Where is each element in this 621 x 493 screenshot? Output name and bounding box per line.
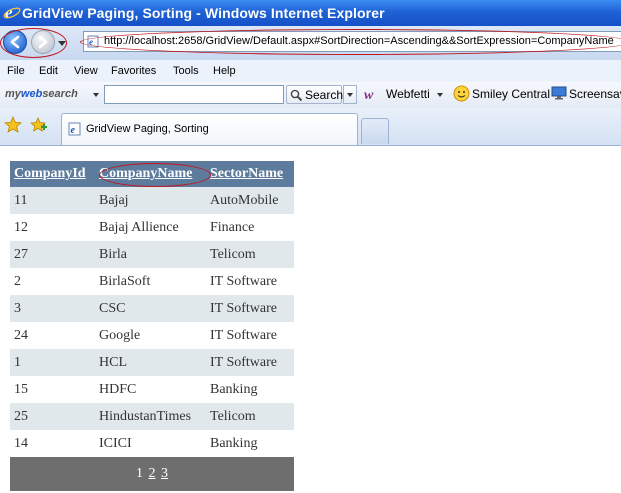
sort-sectorname-link[interactable]: SectorName (206, 161, 294, 187)
smiley-central-button[interactable]: Smiley Central (472, 87, 550, 101)
search-options-dropdown[interactable] (343, 85, 357, 104)
webfetti-button[interactable]: Webfetti (386, 87, 430, 101)
cell-sector-name: IT Software (206, 349, 294, 376)
table-row: 27 Birla Telicom (10, 241, 294, 268)
tab-label: GridView Paging, Sorting (86, 123, 209, 135)
cell-company-id: 3 (10, 295, 95, 322)
search-button[interactable]: Search (286, 85, 344, 104)
cell-company-name: HDFC (95, 376, 206, 403)
sort-companyid-link[interactable]: CompanyId (10, 161, 95, 187)
cell-company-name: HindustanTimes (95, 403, 206, 430)
window-title: GridView Paging, Sorting - Windows Inter… (22, 5, 385, 21)
cell-sector-name: IT Software (206, 268, 294, 295)
cell-company-id: 24 (10, 322, 95, 349)
table-row: 11 Bajaj AutoMobile (10, 187, 294, 214)
new-tab-button[interactable] (361, 118, 389, 144)
cell-company-id: 1 (10, 349, 95, 376)
chevron-down-icon (347, 93, 353, 97)
cell-company-id: 12 (10, 214, 95, 241)
svg-text:w: w (364, 88, 374, 103)
screensaver-button[interactable]: Screensave (569, 87, 621, 101)
cell-company-id: 2 (10, 268, 95, 295)
monitor-icon (551, 86, 567, 100)
table-row: 15 HDFC Banking (10, 376, 294, 403)
cell-company-id: 27 (10, 241, 95, 268)
nav-buttons-annotation-oval (0, 28, 67, 58)
table-row: 25 HindustanTimes Telicom (10, 403, 294, 430)
logo-search: search (42, 88, 78, 100)
cell-sector-name: IT Software (206, 322, 294, 349)
grid-header-row: CompanyId CompanyName SectorName (10, 161, 294, 187)
cell-company-id: 15 (10, 376, 95, 403)
gridview-table: CompanyId CompanyName SectorName 11 Baja… (10, 161, 294, 491)
magnifier-icon (290, 89, 303, 102)
favorites-star-icon[interactable] (4, 116, 22, 134)
cell-sector-name: Telicom (206, 403, 294, 430)
menu-file[interactable]: File (7, 65, 25, 77)
menu-view[interactable]: View (74, 65, 98, 77)
chevron-down-icon[interactable] (93, 93, 99, 97)
window-title-bar: e GridView Paging, Sorting - Windows Int… (0, 0, 621, 26)
menu-tools[interactable]: Tools (173, 65, 199, 77)
cell-sector-name: Telicom (206, 241, 294, 268)
address-annotation-oval (80, 29, 621, 55)
cell-company-name: BirlaSoft (95, 268, 206, 295)
search-toolbar: mywebsearch Search w Webfetti Smiley Cen… (0, 82, 621, 109)
smiley-icon (453, 85, 470, 102)
table-row: 12 Bajaj Allience Finance (10, 214, 294, 241)
grid-pager-row: 1 2 3 (10, 457, 294, 491)
menu-bar: File Edit View Favorites Tools Help (0, 60, 621, 83)
cell-sector-name: AutoMobile (206, 187, 294, 214)
cell-sector-name: Banking (206, 376, 294, 403)
page-icon: e (68, 122, 81, 136)
cell-sector-name: IT Software (206, 295, 294, 322)
cell-company-name: Google (95, 322, 206, 349)
web-search-input[interactable] (104, 85, 284, 104)
table-row: 24 Google IT Software (10, 322, 294, 349)
tab-bar: e GridView Paging, Sorting (0, 108, 621, 146)
cell-company-name: HCL (95, 349, 206, 376)
pager-page-2-link[interactable]: 2 (149, 466, 156, 481)
search-button-label: Search (305, 88, 344, 102)
sort-companyname-link[interactable]: CompanyName (95, 161, 206, 187)
cell-company-id: 25 (10, 403, 95, 430)
cell-company-name: CSC (95, 295, 206, 322)
logo-my: my (5, 88, 21, 100)
cell-company-name: Birla (95, 241, 206, 268)
menu-help[interactable]: Help (213, 65, 236, 77)
table-row: 1 HCL IT Software (10, 349, 294, 376)
add-favorites-icon[interactable] (30, 116, 48, 134)
cell-sector-name: Finance (206, 214, 294, 241)
cell-sector-name: Banking (206, 430, 294, 457)
table-row: 3 CSC IT Software (10, 295, 294, 322)
menu-favorites[interactable]: Favorites (111, 65, 156, 77)
mywebsearch-logo[interactable]: mywebsearch (5, 88, 78, 100)
logo-web: web (20, 88, 43, 100)
cell-company-id: 11 (10, 187, 95, 214)
cell-company-id: 14 (10, 430, 95, 457)
table-row: 14 ICICI Banking (10, 430, 294, 457)
cell-company-name: Bajaj (95, 187, 206, 214)
menu-edit[interactable]: Edit (39, 65, 58, 77)
page-content: CompanyId CompanyName SectorName 11 Baja… (0, 146, 621, 493)
svg-text:e: e (71, 125, 76, 136)
chevron-down-icon[interactable] (437, 93, 443, 97)
grid-pager: 1 2 3 (10, 457, 294, 491)
internet-explorer-icon: e (3, 3, 21, 21)
cell-company-name: ICICI (95, 430, 206, 457)
pager-page-3-link[interactable]: 3 (161, 466, 168, 481)
table-row: 2 BirlaSoft IT Software (10, 268, 294, 295)
cell-company-name: Bajaj Allience (95, 214, 206, 241)
pager-current-page: 1 (136, 466, 143, 481)
webfetti-icon: w (364, 88, 374, 103)
tab-gridview-paging-sorting[interactable]: e GridView Paging, Sorting (61, 113, 358, 145)
